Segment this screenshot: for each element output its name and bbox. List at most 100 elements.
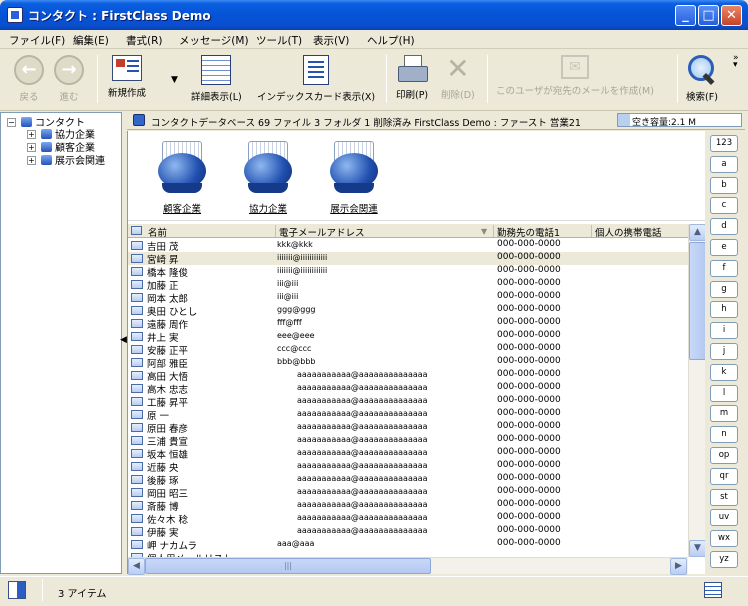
menu-help[interactable]: ヘルプ(H) [367,33,415,48]
back-button[interactable]: ← 戻る [14,55,44,103]
menu-message[interactable]: メッセージ(M) [179,33,249,48]
detail-view-button[interactable]: 詳細表示(L) [191,55,242,103]
alpha-index-button[interactable]: yz [710,551,738,568]
table-row[interactable]: 後藤 琢 aaaaaaaaaaa@aaaaaaaaaaaaaa 000-000-00… [128,473,689,487]
alpha-index-button[interactable]: b [710,176,738,194]
expand-toggle-icon[interactable]: + [27,156,36,165]
print-label: 印刷(P) [396,90,429,101]
table-row[interactable]: 井上 実 eee@eee 000-000-0000 [128,330,689,344]
table-row[interactable]: 橋本 隆俊 iiiiiii@iiiiiiiiiiii 000-000-0000 [128,265,689,279]
alpha-index-button[interactable]: e [710,239,738,256]
table-row[interactable]: 坂本 恒雄 aaaaaaaaaaa@aaaaaaaaaaaaaa 000-000-0… [128,447,689,461]
table-row[interactable]: 宮崎 昇 iiiiiii@iiiiiiiiiiii 000-000-0000 [128,252,689,266]
forward-button[interactable]: → 進む [54,55,84,103]
table-row[interactable]: 原田 春彦 aaaaaaaaaaa@aaaaaaaaaaaaaa 000-000-0… [128,421,689,435]
alpha-index-button[interactable]: n [710,426,738,444]
alpha-index-button[interactable]: wx [710,530,738,548]
print-button[interactable]: 印刷(P) [396,55,428,101]
maximize-button[interactable]: □ [698,5,719,26]
table-row[interactable]: 佐々木 稔 aaaaaaaaaaa@aaaaaaaaaaaaaa 000-000-0… [128,512,689,526]
menu-file[interactable]: ファイル(F) [9,33,65,48]
table-row[interactable]: 阿部 雅臣 bbb@bbb 000-000-0000 [128,356,689,370]
vertical-scroll-thumb[interactable] [689,242,706,360]
alpha-index-button[interactable]: h [710,301,738,319]
delete-button[interactable]: ✕ 削除(D) [441,55,475,102]
alpha-index-button[interactable]: uv [710,509,738,527]
table-row[interactable]: 奥田 ひとし ggg@ggg 000-000-0000 [128,304,689,318]
collapse-pane-arrow-icon[interactable]: ◀ [120,335,127,345]
contact-card-icon [131,527,143,536]
compose-to-user-button[interactable]: ✉ このユーザが宛先のメールを作成(M) [496,55,654,97]
column-header-email[interactable]: 電子メールアドレス [276,225,494,239]
alpha-index-button[interactable]: c [710,197,738,215]
table-row[interactable]: 遠藤 周作 fff@fff 000-000-0000 [128,317,689,331]
minimize-button[interactable]: _ [675,5,696,26]
horizontal-scrollbar[interactable]: ◀ ||| ▶ [128,557,688,575]
alpha-index-button[interactable]: op [710,447,738,464]
table-row[interactable]: 吉田 茂 kkk@kkk 000-000-0000 [128,239,689,253]
menu-edit[interactable]: 編集(E) [73,33,109,48]
menu-format[interactable]: 書式(R) [126,33,163,48]
vertical-scrollbar[interactable]: ▲ ▼ [688,224,706,557]
contact-email: iii@iii [277,292,299,301]
folder-customers[interactable]: 顧客企業 [142,139,222,215]
table-row[interactable]: 三浦 貴宣 aaaaaaaaaaa@aaaaaaaaaaaaaa 000-000-0… [128,434,689,448]
table-row[interactable]: 近藤 央 aaaaaaaaaaa@aaaaaaaaaaaaaa 000-000-00… [128,460,689,474]
table-row[interactable]: 高田 大悟 aaaaaaaaaaa@aaaaaaaaaaaaaa 000-000-0… [128,369,689,383]
table-row[interactable]: 原 一 aaaaaaaaaaa@aaaaaaaaaaaaaa 000-000-000… [128,408,689,422]
search-button[interactable]: 検索(F) [686,55,718,103]
toolbar-overflow-icon[interactable]: » ▾ [733,54,739,70]
table-row[interactable]: 岡本 太郎 iii@iii 000-000-0000 [128,291,689,305]
tree-item-customers[interactable]: + 顧客企業 [27,139,95,154]
alpha-index-button[interactable]: 123 [710,135,738,152]
table-row[interactable]: 安藤 正平 ccc@ccc 000-000-0000 [128,343,689,357]
alpha-index-button[interactable]: k [710,363,738,381]
new-dropdown-arrow-icon[interactable]: ▼ [171,75,178,85]
new-button[interactable]: 新規作成 [108,55,146,99]
collapse-toggle-icon[interactable]: − [7,118,16,127]
table-row[interactable]: 岬 ナカムラ aaa@aaa 000-000-0000 [128,538,689,552]
tree-item-partners[interactable]: + 協力企業 [27,126,95,141]
alpha-index-button[interactable]: g [710,280,738,298]
column-type-icon [131,226,142,235]
index-card-view-button[interactable]: インデックスカード表示(X) [257,55,375,103]
horizontal-scroll-thumb[interactable]: ||| [145,558,431,574]
contact-name: 高木 忠志 [147,385,189,396]
menu-tools[interactable]: ツール(T) [256,33,302,48]
contact-name: 阿部 雅臣 [147,359,189,370]
scroll-left-button[interactable]: ◀ [128,558,145,575]
menu-view[interactable]: 表示(V) [313,33,349,48]
scroll-down-button[interactable]: ▼ [689,540,706,557]
table-row[interactable]: 加藤 正 iii@iii 000-000-0000 [128,278,689,292]
contact-name: 加藤 正 [147,281,179,292]
column-header-work-phone[interactable]: 勤務先の電話1 [494,225,592,239]
expand-toggle-icon[interactable]: + [27,130,36,139]
table-row[interactable]: 斎藤 博 aaaaaaaaaaa@aaaaaaaaaaaaaa 000-000-00… [128,499,689,513]
column-header-mobile[interactable]: 個人の携帯電話 [592,225,689,239]
alpha-index-button[interactable]: f [710,259,738,277]
alpha-index-button[interactable]: l [710,384,738,402]
alpha-index-button[interactable]: j [710,343,738,360]
view-mode-icon[interactable] [704,582,722,598]
folder-exhibitions[interactable]: 展示会関連 [314,139,394,215]
column-icon-header[interactable] [128,225,146,237]
table-row[interactable]: 伊藤 実 aaaaaaaaaaa@aaaaaaaaaaaaaa 000-000-00… [128,525,689,539]
alpha-index-button[interactable]: m [710,405,738,423]
alpha-index-button[interactable]: st [710,488,738,506]
scroll-up-button[interactable]: ▲ [689,224,706,241]
table-row[interactable]: 工藤 昇平 aaaaaaaaaaa@aaaaaaaaaaaaaa 000-000-0… [128,395,689,409]
alpha-index-button[interactable]: qr [710,467,738,485]
contact-name: 斎藤 博 [147,502,179,513]
column-header-name[interactable]: 名前 [145,225,276,239]
alpha-index-button[interactable]: a [710,155,738,173]
pane-toggle-icon[interactable] [8,581,26,599]
table-row[interactable]: 高木 忠志 aaaaaaaaaaa@aaaaaaaaaaaaaa 000-000-0… [128,382,689,396]
table-row[interactable]: 岡田 昭三 aaaaaaaaaaa@aaaaaaaaaaaaaa 000-000-0… [128,486,689,500]
expand-toggle-icon[interactable]: + [27,143,36,152]
tree-item-exhibitions[interactable]: + 展示会関連 [27,152,105,167]
alpha-index-button[interactable]: d [710,218,738,236]
alpha-index-button[interactable]: i [710,322,738,340]
scroll-right-button[interactable]: ▶ [670,558,687,575]
folder-partners[interactable]: 協力企業 [228,139,308,215]
close-button[interactable]: ✕ [721,5,742,26]
